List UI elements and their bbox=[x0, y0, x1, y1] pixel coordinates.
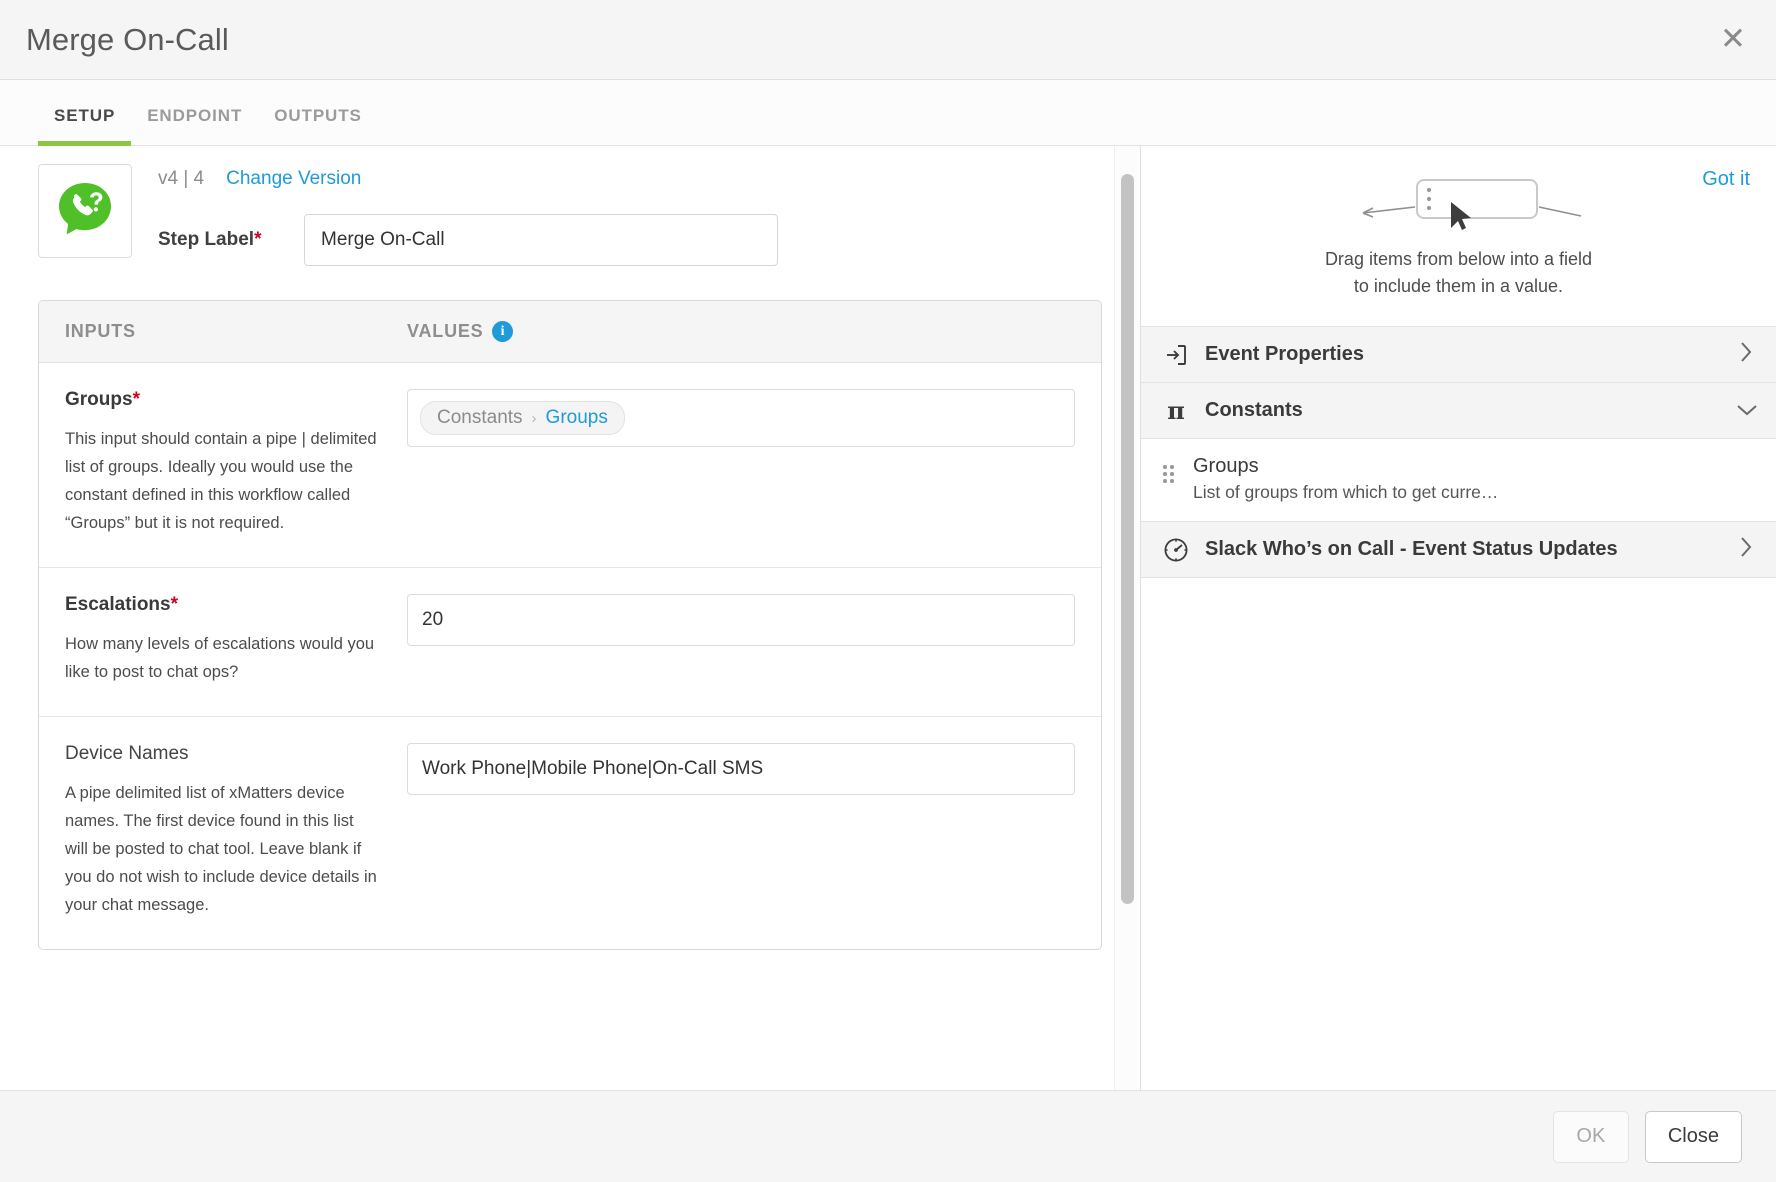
info-icon[interactable]: i bbox=[492, 321, 514, 342]
setup-pane: v4 | 4 Change Version Step Label* Merge … bbox=[0, 146, 1140, 1090]
input-label-cell: Groups* This input should contain a pipe… bbox=[39, 389, 407, 537]
close-icon[interactable]: ✕ bbox=[1716, 23, 1750, 57]
input-description-groups: This input should contain a pipe | delim… bbox=[65, 430, 377, 532]
constant-item-subtitle: List of groups from which to get curre… bbox=[1193, 482, 1499, 502]
value-field-escalations[interactable]: 20 bbox=[407, 594, 1075, 646]
step-label-row: Step Label* bbox=[154, 214, 1102, 266]
drag-source-panel: Got it Drag items from below into a fiel… bbox=[1140, 146, 1776, 1090]
chevron-right-icon: › bbox=[531, 409, 537, 427]
close-button[interactable]: Close bbox=[1644, 1110, 1742, 1163]
section-event-properties[interactable]: Event Properties bbox=[1141, 327, 1776, 383]
table-row: Groups* This input should contain a pipe… bbox=[39, 363, 1101, 568]
section-slack-whos-on-call[interactable]: Slack Who’s on Call - Event Status Updat… bbox=[1141, 522, 1776, 578]
token-name-label: Groups bbox=[545, 407, 608, 428]
tab-setup[interactable]: SETUP bbox=[38, 106, 132, 146]
section-title-slack-whos-on-call: Slack Who’s on Call - Event Status Updat… bbox=[1205, 538, 1618, 560]
constant-item-title: Groups bbox=[1193, 455, 1259, 477]
table-row: Escalations* How many levels of escalati… bbox=[39, 568, 1101, 717]
dialog-titlebar: Merge On-Call ✕ bbox=[0, 0, 1776, 80]
version-row: v4 | 4 Change Version bbox=[154, 168, 1102, 190]
phone-question-bubble-icon bbox=[54, 178, 116, 245]
section-title-constants: Constants bbox=[1205, 399, 1303, 421]
required-asterisk: * bbox=[254, 229, 262, 250]
page-title: Merge On-Call bbox=[26, 21, 229, 57]
pi-icon-glyph: π bbox=[1167, 395, 1185, 425]
drag-hint-text: Drag items from below into a field to in… bbox=[1167, 246, 1750, 300]
drag-hint: Got it Drag items from below into a fiel… bbox=[1141, 146, 1776, 327]
input-name-groups-text: Groups bbox=[65, 389, 133, 410]
scrollbar-thumb[interactable] bbox=[1121, 174, 1134, 904]
input-value-cell: 20 bbox=[407, 594, 1101, 686]
drag-handle-icon[interactable] bbox=[1163, 455, 1175, 483]
tab-strip: SETUP ENDPOINT OUTPUTS bbox=[0, 80, 1776, 146]
input-description-escalations: How many levels of escalations would you… bbox=[65, 635, 375, 681]
input-name-device-names-text: Device Names bbox=[65, 743, 189, 764]
pi-icon: π bbox=[1163, 398, 1189, 424]
inputs-values-table: INPUTS VALUES i Groups* This input shoul… bbox=[38, 300, 1102, 950]
list-item[interactable]: Groups List of groups from which to get … bbox=[1141, 439, 1776, 522]
gauge-icon bbox=[1163, 537, 1189, 563]
input-value-cell: Work Phone|Mobile Phone|On-Call SMS bbox=[407, 743, 1101, 919]
dialog-body: v4 | 4 Change Version Step Label* Merge … bbox=[0, 146, 1776, 1090]
input-label-cell: Escalations* How many levels of escalati… bbox=[39, 594, 407, 686]
input-description-device-names: A pipe delimited list of xMatters device… bbox=[65, 784, 377, 914]
change-version-link[interactable]: Change Version bbox=[226, 168, 361, 190]
required-asterisk: * bbox=[170, 594, 179, 615]
chevron-right-icon bbox=[1736, 536, 1756, 564]
value-text-device-names: Work Phone|Mobile Phone|On-Call SMS bbox=[422, 758, 764, 779]
step-label-caption-text: Step Label bbox=[158, 229, 255, 250]
column-header-values-label: VALUES bbox=[407, 321, 484, 341]
chevron-right-icon bbox=[1736, 341, 1756, 369]
tab-endpoint[interactable]: ENDPOINT bbox=[131, 106, 258, 145]
constant-token-groups[interactable]: Constants › Groups bbox=[420, 401, 625, 435]
drag-field-illustration bbox=[1167, 172, 1750, 238]
main-pane-scrollbar[interactable] bbox=[1114, 146, 1140, 1090]
step-label-caption: Step Label* bbox=[154, 229, 304, 251]
step-header: v4 | 4 Change Version Step Label* bbox=[38, 164, 1102, 266]
app-icon-container bbox=[38, 164, 132, 258]
tab-outputs[interactable]: OUTPUTS bbox=[258, 106, 378, 145]
got-it-button[interactable]: Got it bbox=[1702, 168, 1750, 191]
drag-panel-filler bbox=[1141, 578, 1776, 1090]
value-text-escalations: 20 bbox=[422, 609, 444, 630]
chevron-down-icon bbox=[1736, 398, 1757, 423]
version-text: v4 | 4 bbox=[158, 168, 205, 189]
value-field-device-names[interactable]: Work Phone|Mobile Phone|On-Call SMS bbox=[407, 743, 1075, 795]
input-name-escalations: Escalations* bbox=[65, 594, 381, 616]
input-name-device-names: Device Names bbox=[65, 743, 381, 765]
value-field-groups[interactable]: Constants › Groups bbox=[407, 389, 1075, 447]
input-label-cell: Device Names A pipe delimited list of xM… bbox=[39, 743, 407, 919]
section-constants[interactable]: π Constants bbox=[1141, 383, 1776, 439]
drag-hint-line-1: Drag items from below into a field bbox=[1324, 249, 1593, 269]
step-label-input[interactable] bbox=[304, 214, 778, 266]
column-header-values: VALUES i bbox=[407, 321, 514, 342]
event-properties-icon bbox=[1163, 342, 1189, 368]
ok-button[interactable]: OK bbox=[1552, 1110, 1629, 1163]
input-name-groups: Groups* bbox=[65, 389, 381, 411]
inputs-values-header: INPUTS VALUES i bbox=[39, 301, 1101, 363]
input-value-cell: Constants › Groups bbox=[407, 389, 1101, 537]
token-source-label: Constants bbox=[437, 407, 523, 428]
input-name-escalations-text: Escalations bbox=[65, 594, 171, 615]
dialog-footer: OK Close bbox=[0, 1090, 1776, 1182]
column-header-inputs: INPUTS bbox=[65, 321, 136, 341]
merge-on-call-dialog: Merge On-Call ✕ SETUP ENDPOINT OUTPUTS v… bbox=[0, 0, 1776, 1182]
table-row: Device Names A pipe delimited list of xM… bbox=[39, 717, 1101, 949]
section-title-event-properties: Event Properties bbox=[1205, 343, 1364, 365]
drag-hint-line-2: to include them in a value. bbox=[1353, 276, 1564, 296]
required-asterisk: * bbox=[132, 389, 140, 410]
